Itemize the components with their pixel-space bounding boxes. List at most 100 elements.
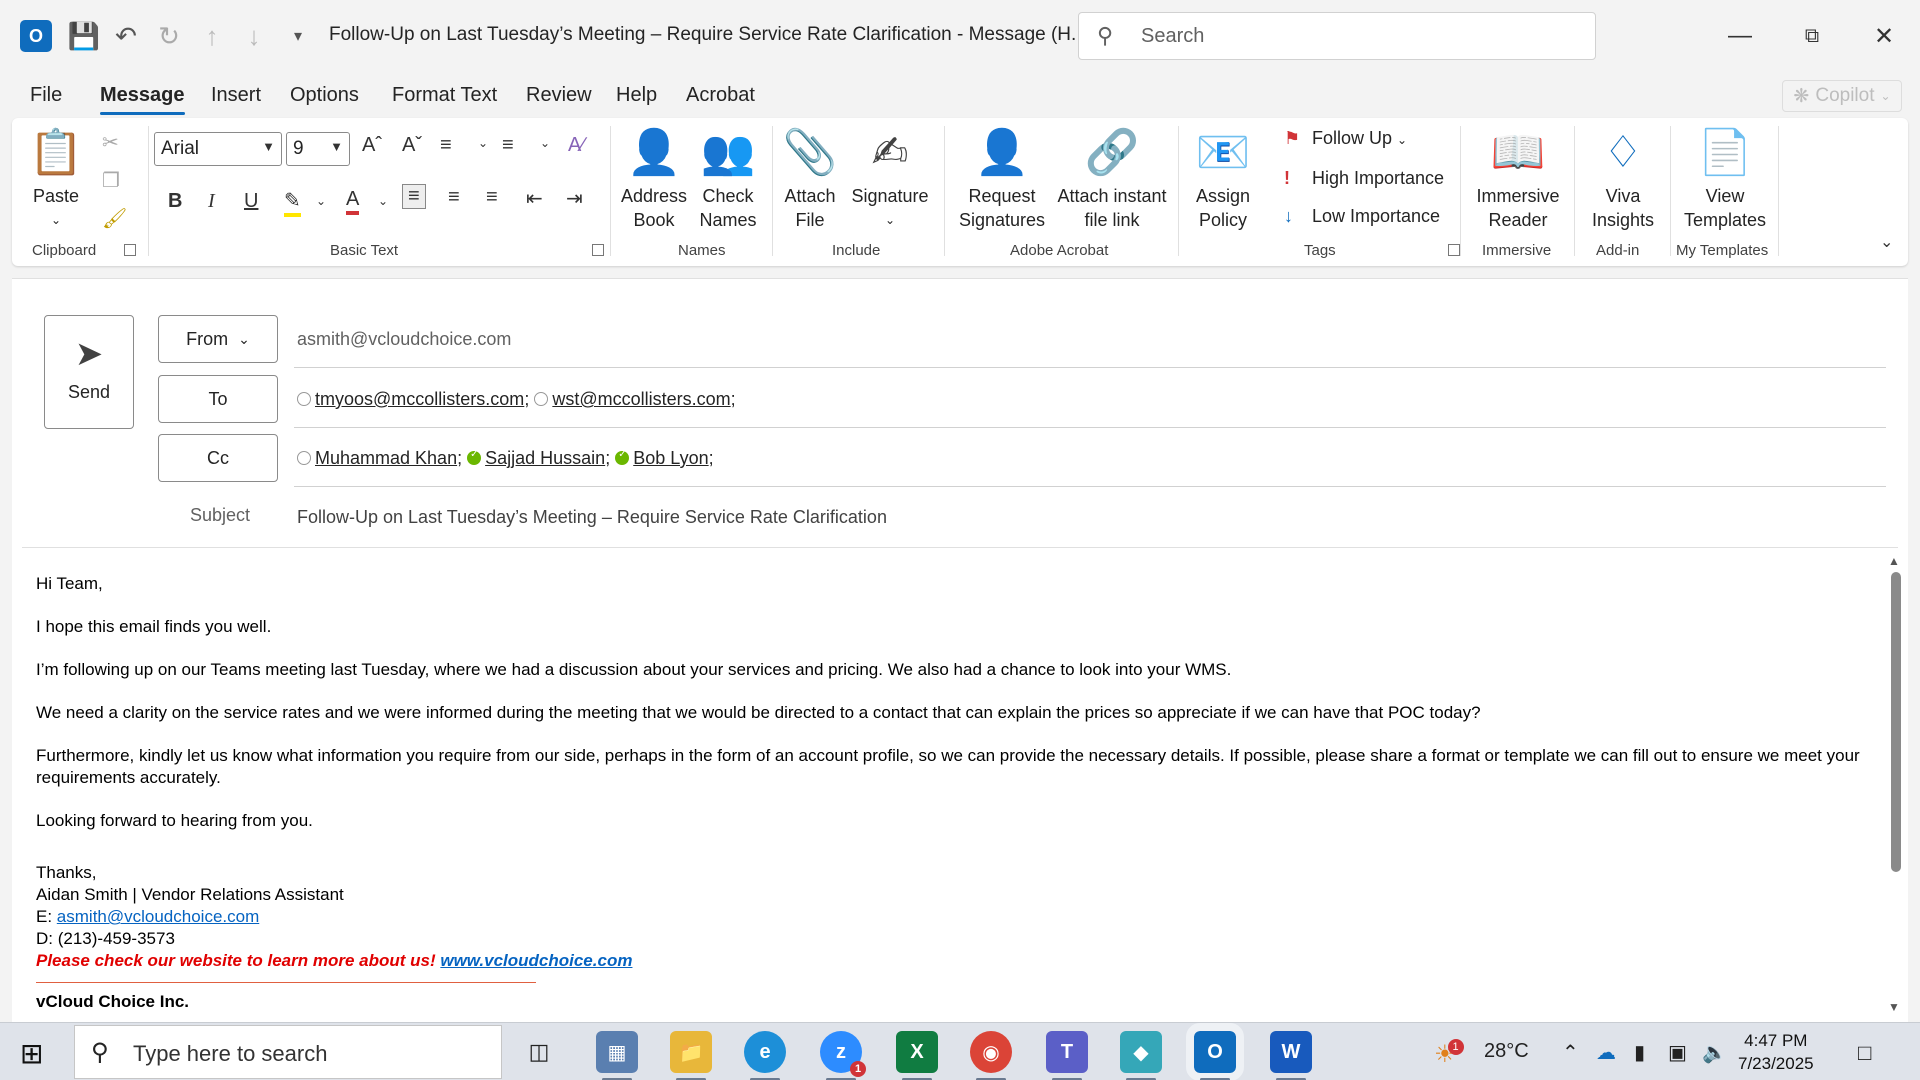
cc-field[interactable]: Muhammad Khan; Sajjad Hussain; Bob Lyon; bbox=[297, 448, 714, 469]
taskbar-search-input[interactable]: ⚲ Type here to search bbox=[74, 1025, 502, 1079]
chevron-down-icon[interactable]: ⌄ bbox=[378, 194, 388, 208]
volume-icon[interactable]: 🔈 bbox=[1702, 1040, 1727, 1065]
copy-icon[interactable]: ❐ bbox=[102, 168, 120, 193]
viva-insights-button[interactable]: ♢ Viva Insights bbox=[1582, 126, 1664, 232]
recipient-chip[interactable]: Sajjad Hussain; bbox=[467, 448, 610, 468]
collapse-ribbon-icon[interactable]: ⌄ bbox=[1880, 232, 1893, 252]
app-diamond-icon[interactable]: ◆ bbox=[1120, 1031, 1162, 1080]
high-importance-button[interactable]: ! High Importance bbox=[1284, 168, 1444, 189]
customize-quick-access-icon[interactable]: ▾ bbox=[282, 20, 314, 52]
teams-icon[interactable]: T bbox=[1046, 1031, 1088, 1080]
restore-button[interactable]: ⧉ bbox=[1792, 18, 1832, 54]
sig-email-link[interactable]: asmith@vcloudchoice.com bbox=[57, 907, 259, 926]
scrollbar-thumb[interactable] bbox=[1891, 572, 1901, 872]
align-right-icon[interactable]: ≡ bbox=[486, 186, 498, 209]
system-clock[interactable]: 4:47 PM 7/23/2025 bbox=[1738, 1029, 1814, 1075]
save-icon[interactable]: 💾 bbox=[68, 20, 100, 52]
address-book-button[interactable]: 👤 Address Book bbox=[620, 126, 688, 232]
font-name-select[interactable]: Arial ▼ bbox=[154, 132, 282, 166]
tab-options[interactable]: Options bbox=[290, 84, 359, 107]
request-signatures-button[interactable]: 👤 Request Signatures bbox=[956, 126, 1048, 232]
minimize-button[interactable]: — bbox=[1720, 18, 1760, 54]
to-field[interactable]: tmyoos@mccollisters.com; wst@mccollister… bbox=[297, 389, 736, 410]
search-input[interactable]: ⚲ Search bbox=[1078, 12, 1596, 60]
recipient-chip[interactable]: wst@mccollisters.com; bbox=[534, 389, 736, 409]
signature-button[interactable]: ✍ Signature ⌄ bbox=[848, 126, 932, 232]
temperature[interactable]: 28°C bbox=[1484, 1040, 1529, 1063]
excel-icon[interactable]: X bbox=[896, 1031, 938, 1080]
from-button[interactable]: From ⌄ bbox=[158, 315, 278, 363]
clear-formatting-icon[interactable]: A∕ bbox=[568, 134, 585, 157]
scroll-down-icon[interactable]: ▼ bbox=[1888, 1000, 1900, 1014]
word-icon[interactable]: W bbox=[1270, 1031, 1312, 1080]
recipient-chip[interactable]: tmyoos@mccollisters.com; bbox=[297, 389, 529, 409]
redo-icon[interactable]: ↻ bbox=[153, 20, 185, 52]
subject-input[interactable]: Follow-Up on Last Tuesday’s Meeting – Re… bbox=[297, 507, 887, 528]
notifications-icon[interactable]: □ bbox=[1858, 1040, 1871, 1066]
edge-browser-icon[interactable]: e bbox=[744, 1031, 786, 1080]
attach-file-button[interactable]: 📎 Attach File bbox=[780, 126, 840, 232]
show-hidden-icons-icon[interactable]: ⌃ bbox=[1562, 1040, 1579, 1065]
dialog-launcher-icon[interactable] bbox=[592, 244, 604, 256]
paste-button[interactable]: 📋 Paste ⌄ bbox=[28, 126, 84, 232]
check-names-button[interactable]: 👥 Check Names bbox=[696, 126, 760, 232]
align-left-icon[interactable]: ≡ bbox=[402, 184, 426, 209]
onedrive-icon[interactable]: ☁ bbox=[1596, 1040, 1616, 1065]
task-view-icon[interactable]: ◫ bbox=[518, 1031, 560, 1073]
network-icon[interactable]: ▣ bbox=[1668, 1040, 1687, 1065]
chevron-down-icon[interactable]: ⌄ bbox=[478, 136, 488, 150]
weather-icon[interactable]: ☀ 1 bbox=[1434, 1039, 1464, 1069]
to-button[interactable]: To bbox=[158, 375, 278, 423]
font-size-select[interactable]: 9 ▼ bbox=[286, 132, 350, 166]
bold-icon[interactable]: B bbox=[168, 190, 182, 213]
chevron-down-icon[interactable]: ⌄ bbox=[316, 194, 326, 208]
tab-acrobat[interactable]: Acrobat bbox=[686, 84, 755, 107]
file-explorer-icon[interactable]: 📁 bbox=[670, 1031, 712, 1080]
follow-up-button[interactable]: ⚑ Follow Up ⌄ bbox=[1284, 128, 1407, 149]
message-body[interactable]: Hi Team, I hope this email finds you wel… bbox=[36, 573, 1866, 1013]
view-templates-button[interactable]: 📄 View Templates bbox=[1678, 126, 1772, 232]
chevron-down-icon[interactable]: ⌄ bbox=[540, 136, 550, 150]
recipient-chip[interactable]: Bob Lyon; bbox=[615, 448, 714, 468]
tab-message[interactable]: Message bbox=[100, 84, 185, 115]
numbering-icon[interactable]: ≡ bbox=[502, 134, 514, 157]
tab-format-text[interactable]: Format Text bbox=[392, 84, 497, 107]
body-scrollbar[interactable]: ▲ ▼ bbox=[1888, 554, 1902, 1014]
zoom-icon[interactable]: z1 bbox=[820, 1031, 866, 1080]
font-color-icon[interactable]: A bbox=[346, 188, 360, 215]
increase-indent-icon[interactable]: ⇥ bbox=[566, 186, 583, 211]
calculator-icon[interactable]: ▦ bbox=[596, 1031, 638, 1080]
grow-font-icon[interactable]: Aˆ bbox=[362, 134, 382, 157]
assign-policy-button[interactable]: 📧 Assign Policy bbox=[1188, 126, 1258, 232]
cc-button[interactable]: Cc bbox=[158, 434, 278, 482]
tab-help[interactable]: Help bbox=[616, 84, 657, 107]
recipient-chip[interactable]: Muhammad Khan; bbox=[297, 448, 462, 468]
tab-file[interactable]: File bbox=[30, 84, 62, 107]
decrease-indent-icon[interactable]: ⇤ bbox=[526, 186, 543, 211]
sig-website-link[interactable]: www.vcloudchoice.com bbox=[440, 951, 632, 970]
close-button[interactable]: ✕ bbox=[1864, 18, 1904, 54]
next-item-icon[interactable]: ↓ bbox=[238, 20, 270, 52]
dialog-launcher-icon[interactable] bbox=[1448, 244, 1460, 256]
attach-instant-link-button[interactable]: 🔗 Attach instant file link bbox=[1056, 126, 1168, 232]
scroll-up-icon[interactable]: ▲ bbox=[1888, 554, 1900, 568]
highlight-icon[interactable]: ✎ bbox=[284, 188, 301, 217]
underline-icon[interactable]: U bbox=[244, 190, 258, 213]
align-center-icon[interactable]: ≡ bbox=[448, 186, 460, 209]
tab-insert[interactable]: Insert bbox=[211, 84, 261, 107]
italic-icon[interactable]: I bbox=[208, 190, 215, 213]
send-button[interactable]: ➤ Send bbox=[44, 315, 134, 429]
outlook-taskbar-icon[interactable]: O bbox=[1186, 1023, 1244, 1080]
windows-start-icon[interactable]: ⊞ bbox=[20, 1037, 43, 1070]
dialog-launcher-icon[interactable] bbox=[124, 244, 136, 256]
tab-review[interactable]: Review bbox=[526, 84, 592, 107]
chrome-icon[interactable]: ◉ bbox=[970, 1031, 1012, 1080]
low-importance-button[interactable]: ↓ Low Importance bbox=[1284, 206, 1440, 227]
cut-icon[interactable]: ✂ bbox=[102, 130, 119, 155]
format-painter-icon[interactable]: 🖌 bbox=[102, 206, 127, 231]
bullets-icon[interactable]: ≡ bbox=[440, 134, 452, 157]
battery-icon[interactable]: ▮ bbox=[1634, 1040, 1645, 1065]
undo-icon[interactable]: ↶ bbox=[110, 20, 142, 52]
previous-item-icon[interactable]: ↑ bbox=[196, 20, 228, 52]
immersive-reader-button[interactable]: 📖 Immersive Reader bbox=[1468, 126, 1568, 232]
